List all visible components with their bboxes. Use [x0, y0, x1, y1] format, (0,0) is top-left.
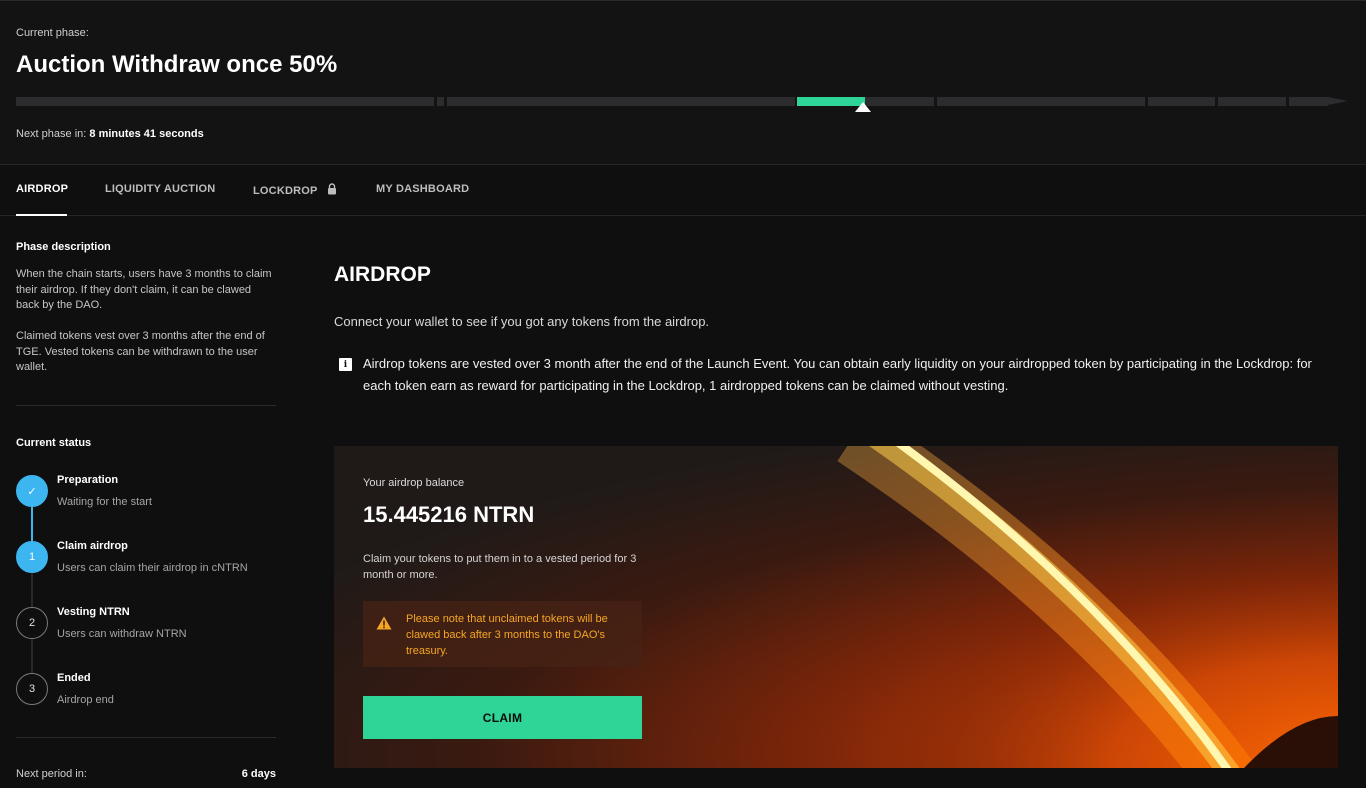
- next-phase-label: Next phase in:: [16, 128, 87, 140]
- step-title: Preparation: [57, 474, 119, 486]
- timeline-arrow-icon: [1328, 97, 1348, 105]
- timeline-segment: [1289, 97, 1328, 106]
- phase-description-paragraph: Claimed tokens vest over 3 months after …: [16, 330, 265, 373]
- timeline-segment: [1148, 97, 1215, 106]
- phase-title: Auction Withdraw once 50%: [16, 51, 338, 78]
- page-title: AIRDROP: [334, 263, 431, 286]
- vesting-info-text: Airdrop tokens are vested over 3 month a…: [363, 356, 1312, 393]
- step-subtitle: Airdrop end: [57, 694, 114, 706]
- phase-description-title: Phase description: [16, 241, 111, 253]
- step-subtitle: Users can withdraw NTRN: [57, 628, 187, 640]
- tab-liquidity-auction[interactable]: LIQUIDITY AUCTION: [105, 183, 215, 195]
- current-position-marker-icon: [855, 102, 871, 112]
- phase-header: Current phase: Auction Withdraw once 50%…: [0, 0, 1366, 164]
- step-number: 1: [16, 541, 48, 573]
- balance-label: Your airdrop balance: [363, 477, 465, 489]
- tab-lockdrop-label: LOCKDROP: [253, 185, 318, 197]
- balance-value: 15.445216 NTRN: [363, 502, 535, 527]
- warning-icon: [376, 616, 392, 635]
- step-title: Ended: [57, 672, 91, 684]
- phase-description-paragraph: When the chain starts, users have 3 mont…: [16, 268, 272, 311]
- phase-timeline: [16, 97, 1348, 106]
- claim-button[interactable]: CLAIM: [363, 696, 642, 739]
- step-connector: [31, 639, 33, 674]
- next-period-value: 6 days: [241, 768, 276, 780]
- divider: [16, 737, 276, 738]
- tab-bar: AIRDROP LIQUIDITY AUCTION LOCKDROP MY DA…: [0, 164, 1366, 216]
- next-phase-value: 8 minutes 41 seconds: [89, 128, 204, 140]
- timeline-segment: [865, 97, 934, 106]
- step-connector: [31, 507, 33, 542]
- timeline-segment: [1218, 97, 1286, 106]
- current-status-title: Current status: [16, 437, 92, 449]
- timeline-segment: [447, 97, 795, 106]
- next-phase-countdown: Next phase in: 8 minutes 41 seconds: [16, 128, 204, 140]
- connect-wallet-text: Connect your wallet to see if you got an…: [334, 314, 710, 329]
- airdrop-balance-card: Your airdrop balance 15.445216 NTRN Clai…: [334, 446, 1338, 768]
- step-check-icon: ✓: [16, 475, 48, 507]
- divider: [16, 405, 276, 406]
- timeline-segment: [16, 97, 434, 106]
- step-number: 2: [16, 607, 48, 639]
- tab-airdrop[interactable]: AIRDROP: [16, 183, 68, 195]
- tab-my-dashboard[interactable]: MY DASHBOARD: [376, 183, 469, 195]
- current-phase-label: Current phase:: [16, 27, 89, 39]
- next-period-label: Next period in:: [16, 768, 87, 780]
- step-title: Vesting NTRN: [57, 606, 130, 618]
- step-subtitle: Waiting for the start: [57, 496, 152, 508]
- timeline-segment: [437, 97, 444, 106]
- info-icon: i: [339, 358, 352, 371]
- step-number: 3: [16, 673, 48, 705]
- step-connector: [31, 573, 33, 608]
- active-tab-indicator: [16, 214, 67, 216]
- claim-description: Claim your tokens to put them in to a ve…: [363, 553, 637, 581]
- step-title: Claim airdrop: [57, 540, 128, 552]
- lock-icon: [327, 183, 337, 198]
- timeline-segment: [937, 97, 1145, 106]
- tab-lockdrop[interactable]: LOCKDROP: [253, 183, 337, 198]
- warning-box: Please note that unclaimed tokens will b…: [363, 601, 642, 667]
- warning-text: Please note that unclaimed tokens will b…: [406, 613, 608, 657]
- step-subtitle: Users can claim their airdrop in cNTRN: [57, 562, 248, 574]
